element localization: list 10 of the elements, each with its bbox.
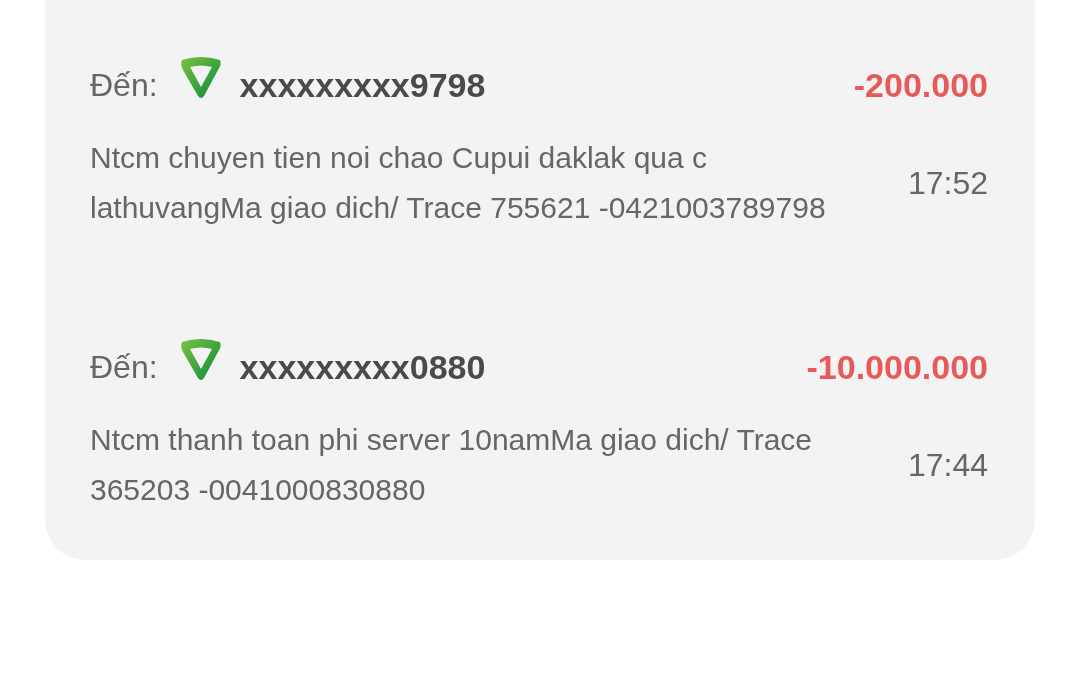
recipient-label: Đến: [90, 348, 158, 386]
account-number: xxxxxxxxx9798 [239, 65, 487, 105]
amount: -200.000 [853, 65, 988, 105]
amount: -10.000.000 [806, 347, 988, 387]
transaction-time: 17:44 [907, 446, 988, 484]
recipient-label: Đến: [90, 66, 158, 104]
transaction-description: Ntcm chuyen tien noi chao Cupui daklak qua c lathuvangMa giao dich/ Trace 755621 -0421003789798 [90, 140, 827, 226]
transaction-description: Ntcm thanh toan phi server 10namMa giao dich/ Trace 365203 -0041000830880 [90, 422, 814, 508]
transaction-time: 17:52 [907, 164, 988, 202]
account-number: xxxxxxxxx0880 [239, 347, 487, 387]
